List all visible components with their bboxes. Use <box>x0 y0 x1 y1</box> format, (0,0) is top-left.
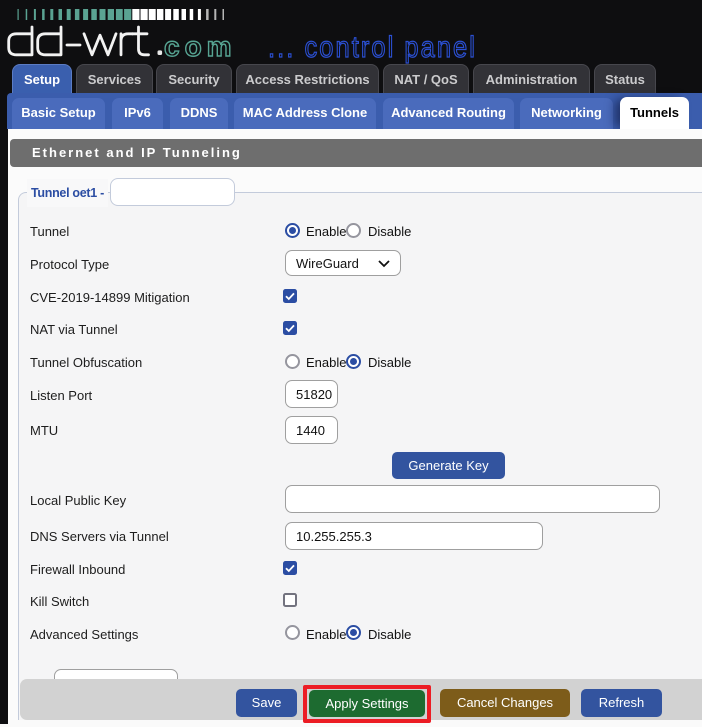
svg-text:com: com <box>164 31 237 62</box>
svg-text:... control panel: ... control panel <box>268 30 477 63</box>
